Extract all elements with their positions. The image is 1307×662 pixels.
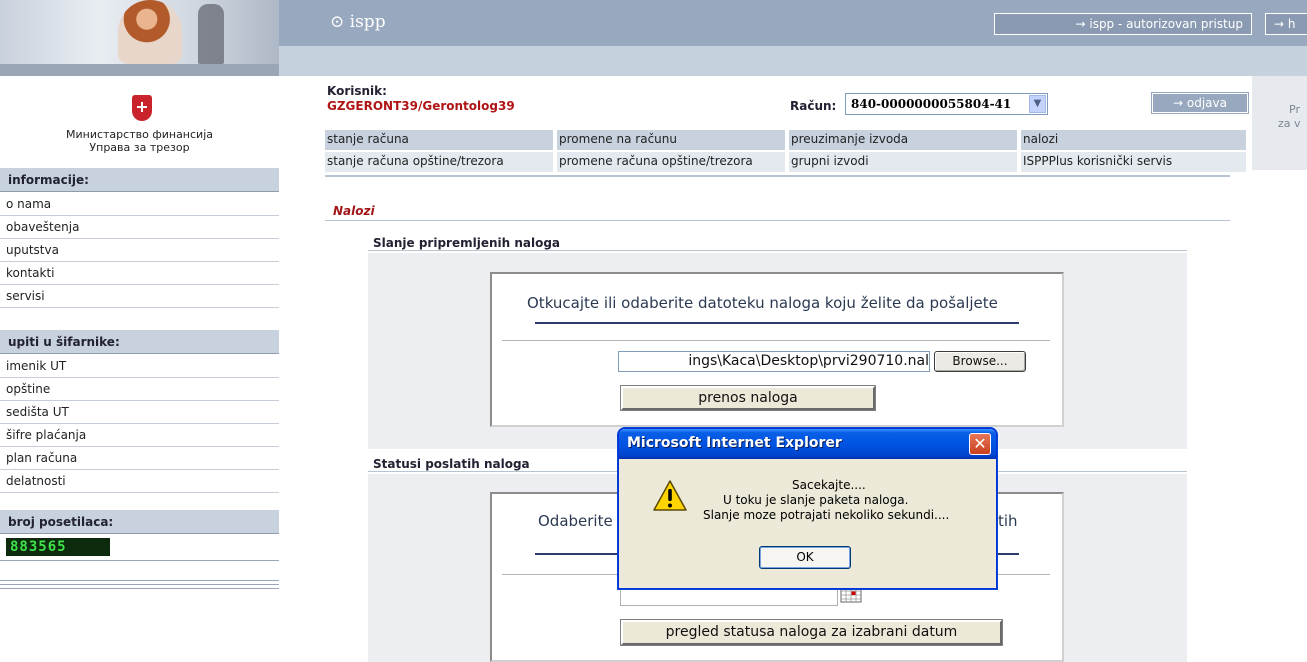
sidebar-item-instructions[interactable]: uputstva [0,239,279,262]
account-label: Račun: [790,99,837,113]
nav-download-statements[interactable]: preuzimanje izvoda [789,130,1017,150]
sidebar-item-payment-codes[interactable]: šifre plaćanja [0,424,279,447]
upload-instruction-rule [535,322,1019,324]
sidebar-divider [0,588,279,589]
ministry-logo-area: Министарство финансија Управа за трезор [0,76,279,166]
right-panel-text-1: Pr [1289,103,1300,116]
send-orders-button[interactable]: prenos naloga [620,385,876,411]
chevron-down-icon[interactable]: ▼ [1029,95,1046,113]
account-select[interactable]: 840-0000000055804-41 ▼ [845,93,1048,115]
banner-background-figure [198,4,224,64]
close-icon[interactable]: ✕ [969,433,991,455]
status-instruction: Odaberite [538,512,613,530]
help-link[interactable]: → h [1265,13,1307,35]
status-section-heading: Statusi poslatih naloga [373,457,530,471]
user-label: Korisnik: [327,84,387,98]
sidebar-item-chart-of-accounts[interactable]: plan računa [0,447,279,470]
upload-form-divider [502,340,1050,341]
nav-isppplus-service[interactable]: ISPPPlus korisnički servis [1021,152,1246,172]
user-name: GZGERONT39/Gerontolog39 [327,99,515,113]
upload-section-divider [368,250,1187,251]
status-instruction-end: tih [998,512,1018,530]
file-path-input[interactable]: ings\Kaca\Desktop\prvi290710.nal [618,351,930,372]
dialog-message-line-1: Sacekajte.... [792,478,866,492]
sidebar-item-about[interactable]: o nama [0,193,279,216]
sidebar-item-ut-directory[interactable]: imenik UT [0,355,279,378]
ministry-name: Министарство финансија [66,128,213,141]
sidebar-item-activities[interactable]: delatnosti [0,470,279,493]
title-divider [325,220,1230,221]
sidebar-item-contacts[interactable]: kontakti [0,262,279,285]
right-side-panel: Pr za v [1252,76,1307,170]
dialog-message-line-3: Slanje moze potrajati nekoliko sekundi..… [703,508,950,522]
nav-account-balance[interactable]: stanje računa [325,130,553,150]
sidebar-heading-lookups: upiti u šifarnike: [0,330,279,354]
sidebar-item-services[interactable]: servisi [0,285,279,308]
nav-municipal-changes[interactable]: promene računa opštine/trezora [557,152,785,172]
app-title: ⊙ ispp [330,12,386,32]
nav-account-changes[interactable]: promene na računu [557,130,785,150]
logout-button[interactable]: → odjava [1151,92,1249,114]
visitor-counter: 883565 [6,538,110,556]
account-select-value: 840-0000000055804-41 [851,97,1012,111]
authorized-access-link[interactable]: → ispp - autorizovan pristup [994,13,1252,35]
dialog-title: Microsoft Internet Explorer [627,435,842,451]
treasury-name: Управа за трезор [89,141,190,154]
sidebar-heading-info: informacije: [0,168,279,192]
upload-section-heading: Slanje pripremljenih naloga [373,236,561,250]
page-title: Nalozi [333,204,375,218]
nav-divider [325,175,1230,177]
ok-button[interactable]: OK [759,546,851,569]
sidebar-divider [0,584,279,585]
banner-person-figure [118,0,182,64]
sidebar-divider [0,580,279,581]
sidebar-item-notices[interactable]: obaveštenja [0,216,279,239]
browse-button[interactable]: Browse... [934,351,1026,372]
alert-dialog: Microsoft Internet Explorer ✕ Sacekajte.… [618,428,997,589]
dialog-body: Sacekajte.... U toku je slanje paketa na… [622,459,995,587]
nav-group-statements[interactable]: grupni izvodi [789,152,1017,172]
top-sub-bar [279,46,1307,76]
nav-municipal-balance[interactable]: stanje računa opštine/trezora [325,152,553,172]
nav-orders[interactable]: nalozi [1021,130,1246,150]
warning-icon [653,480,687,511]
dialog-message-line-2: U toku je slanje paketa naloga. [723,493,909,507]
dialog-titlebar[interactable]: Microsoft Internet Explorer ✕ [619,429,996,459]
sidebar-item-municipalities[interactable]: opštine [0,378,279,401]
right-panel-text-2: za v [1278,117,1301,130]
banner-strip [0,64,279,76]
sidebar-heading-visitors: broj posetilaca: [0,510,279,534]
upload-instruction: Otkucajte ili odaberite datoteku naloga … [527,294,998,312]
sidebar-item-ut-offices[interactable]: sedišta UT [0,401,279,424]
coat-of-arms-icon [132,95,152,121]
banner-photo [0,0,279,76]
view-status-button[interactable]: pregled statusa naloga za izabrani datum [620,619,1003,646]
sidebar-divider [0,560,279,561]
